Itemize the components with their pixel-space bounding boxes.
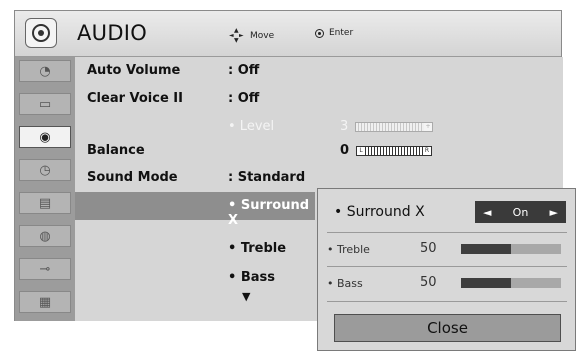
- popup-bass-value: 50: [420, 275, 437, 290]
- popup-title: • Surround X: [334, 204, 425, 220]
- popup-treble-value: 50: [420, 241, 437, 256]
- close-button[interactable]: Close: [334, 314, 561, 342]
- bass-slider[interactable]: [461, 278, 561, 288]
- sidebar-item-time[interactable]: ◷: [19, 159, 71, 181]
- balance-row[interactable]: Balance 0 L R: [75, 137, 563, 165]
- sidebar-item-input[interactable]: ⊸: [19, 258, 71, 280]
- level-slider: +: [355, 122, 433, 132]
- enter-button-icon: [315, 28, 324, 38]
- balance-value: 0: [340, 143, 350, 158]
- balance-left-mark: L: [357, 147, 365, 155]
- sidebar: ◔ ▭ ◉ ◷ ▤ ◍ ⊸ ▦: [15, 57, 75, 321]
- input-plug-icon: ⊸: [39, 261, 51, 277]
- sidebar-item-schedule[interactable]: ▤: [19, 192, 71, 214]
- move-hint: ▲ ▼ ◄ ► Move: [229, 28, 274, 44]
- surround-popup: • Surround X ◄ On ► • Treble 50 • Bass 5…: [317, 188, 576, 351]
- monitor-icon: ▭: [38, 96, 52, 112]
- clear-voice-row[interactable]: Clear Voice II : Off: [75, 85, 563, 113]
- film-clapper-icon: ▦: [38, 294, 52, 310]
- treble-slider[interactable]: [461, 244, 561, 254]
- satellite-dish-icon: ◔: [39, 63, 51, 79]
- auto-volume-value: : Off: [228, 63, 260, 78]
- divider: [327, 301, 567, 302]
- enter-hint: Enter: [315, 28, 353, 38]
- enter-label: Enter: [329, 28, 354, 38]
- surround-option: • Surround X: [228, 198, 310, 228]
- popup-bass-label: • Bass: [327, 277, 363, 290]
- audio-speaker-icon: ◉: [39, 129, 51, 145]
- sidebar-item-audio[interactable]: ◉: [19, 126, 71, 148]
- move-arrows-icon: ▲ ▼ ◄ ►: [229, 27, 244, 44]
- treble-slider-fill: [461, 244, 511, 254]
- move-label: Move: [250, 31, 275, 41]
- lock-icon: ◍: [39, 228, 51, 244]
- bass-option: • Bass: [228, 270, 275, 285]
- auto-volume-label: Auto Volume: [87, 63, 181, 78]
- treble-option: • Treble: [228, 241, 287, 256]
- scroll-down-icon[interactable]: ▼: [242, 290, 250, 303]
- auto-volume-row[interactable]: Auto Volume : Off: [75, 57, 563, 85]
- bass-slider-fill: [461, 278, 511, 288]
- calendar-icon: ▤: [38, 195, 52, 211]
- clear-voice-label: Clear Voice II: [87, 91, 183, 106]
- menu-header: AUDIO ▲ ▼ ◄ ► Move Enter: [15, 11, 561, 57]
- sound-mode-value: : Standard: [228, 170, 306, 185]
- page-title: AUDIO: [77, 21, 148, 45]
- clock-icon: ◷: [39, 162, 51, 178]
- divider: [327, 266, 567, 267]
- sidebar-item-lock[interactable]: ◍: [19, 225, 71, 247]
- level-value: 3: [340, 119, 349, 134]
- popup-treble-label: • Treble: [327, 243, 370, 256]
- level-label: • Level: [228, 119, 275, 134]
- audio-speaker-icon: [25, 18, 57, 48]
- sidebar-item-satellite[interactable]: ◔: [19, 60, 71, 82]
- balance-slider[interactable]: L R: [356, 146, 432, 156]
- divider: [327, 232, 567, 233]
- clear-voice-value: : Off: [228, 91, 260, 106]
- spinner-left-arrow-icon[interactable]: ◄: [483, 206, 491, 219]
- spinner-value: On: [512, 205, 529, 219]
- balance-label: Balance: [87, 143, 145, 158]
- sound-mode-label: Sound Mode: [87, 170, 178, 185]
- surround-row-highlight[interactable]: • Surround X: [75, 192, 315, 228]
- balance-right-mark: R: [423, 147, 431, 155]
- sidebar-item-media[interactable]: ▦: [19, 291, 71, 313]
- spinner-right-arrow-icon[interactable]: ►: [550, 206, 558, 219]
- surround-spinner[interactable]: ◄ On ►: [475, 201, 566, 223]
- sidebar-item-picture[interactable]: ▭: [19, 93, 71, 115]
